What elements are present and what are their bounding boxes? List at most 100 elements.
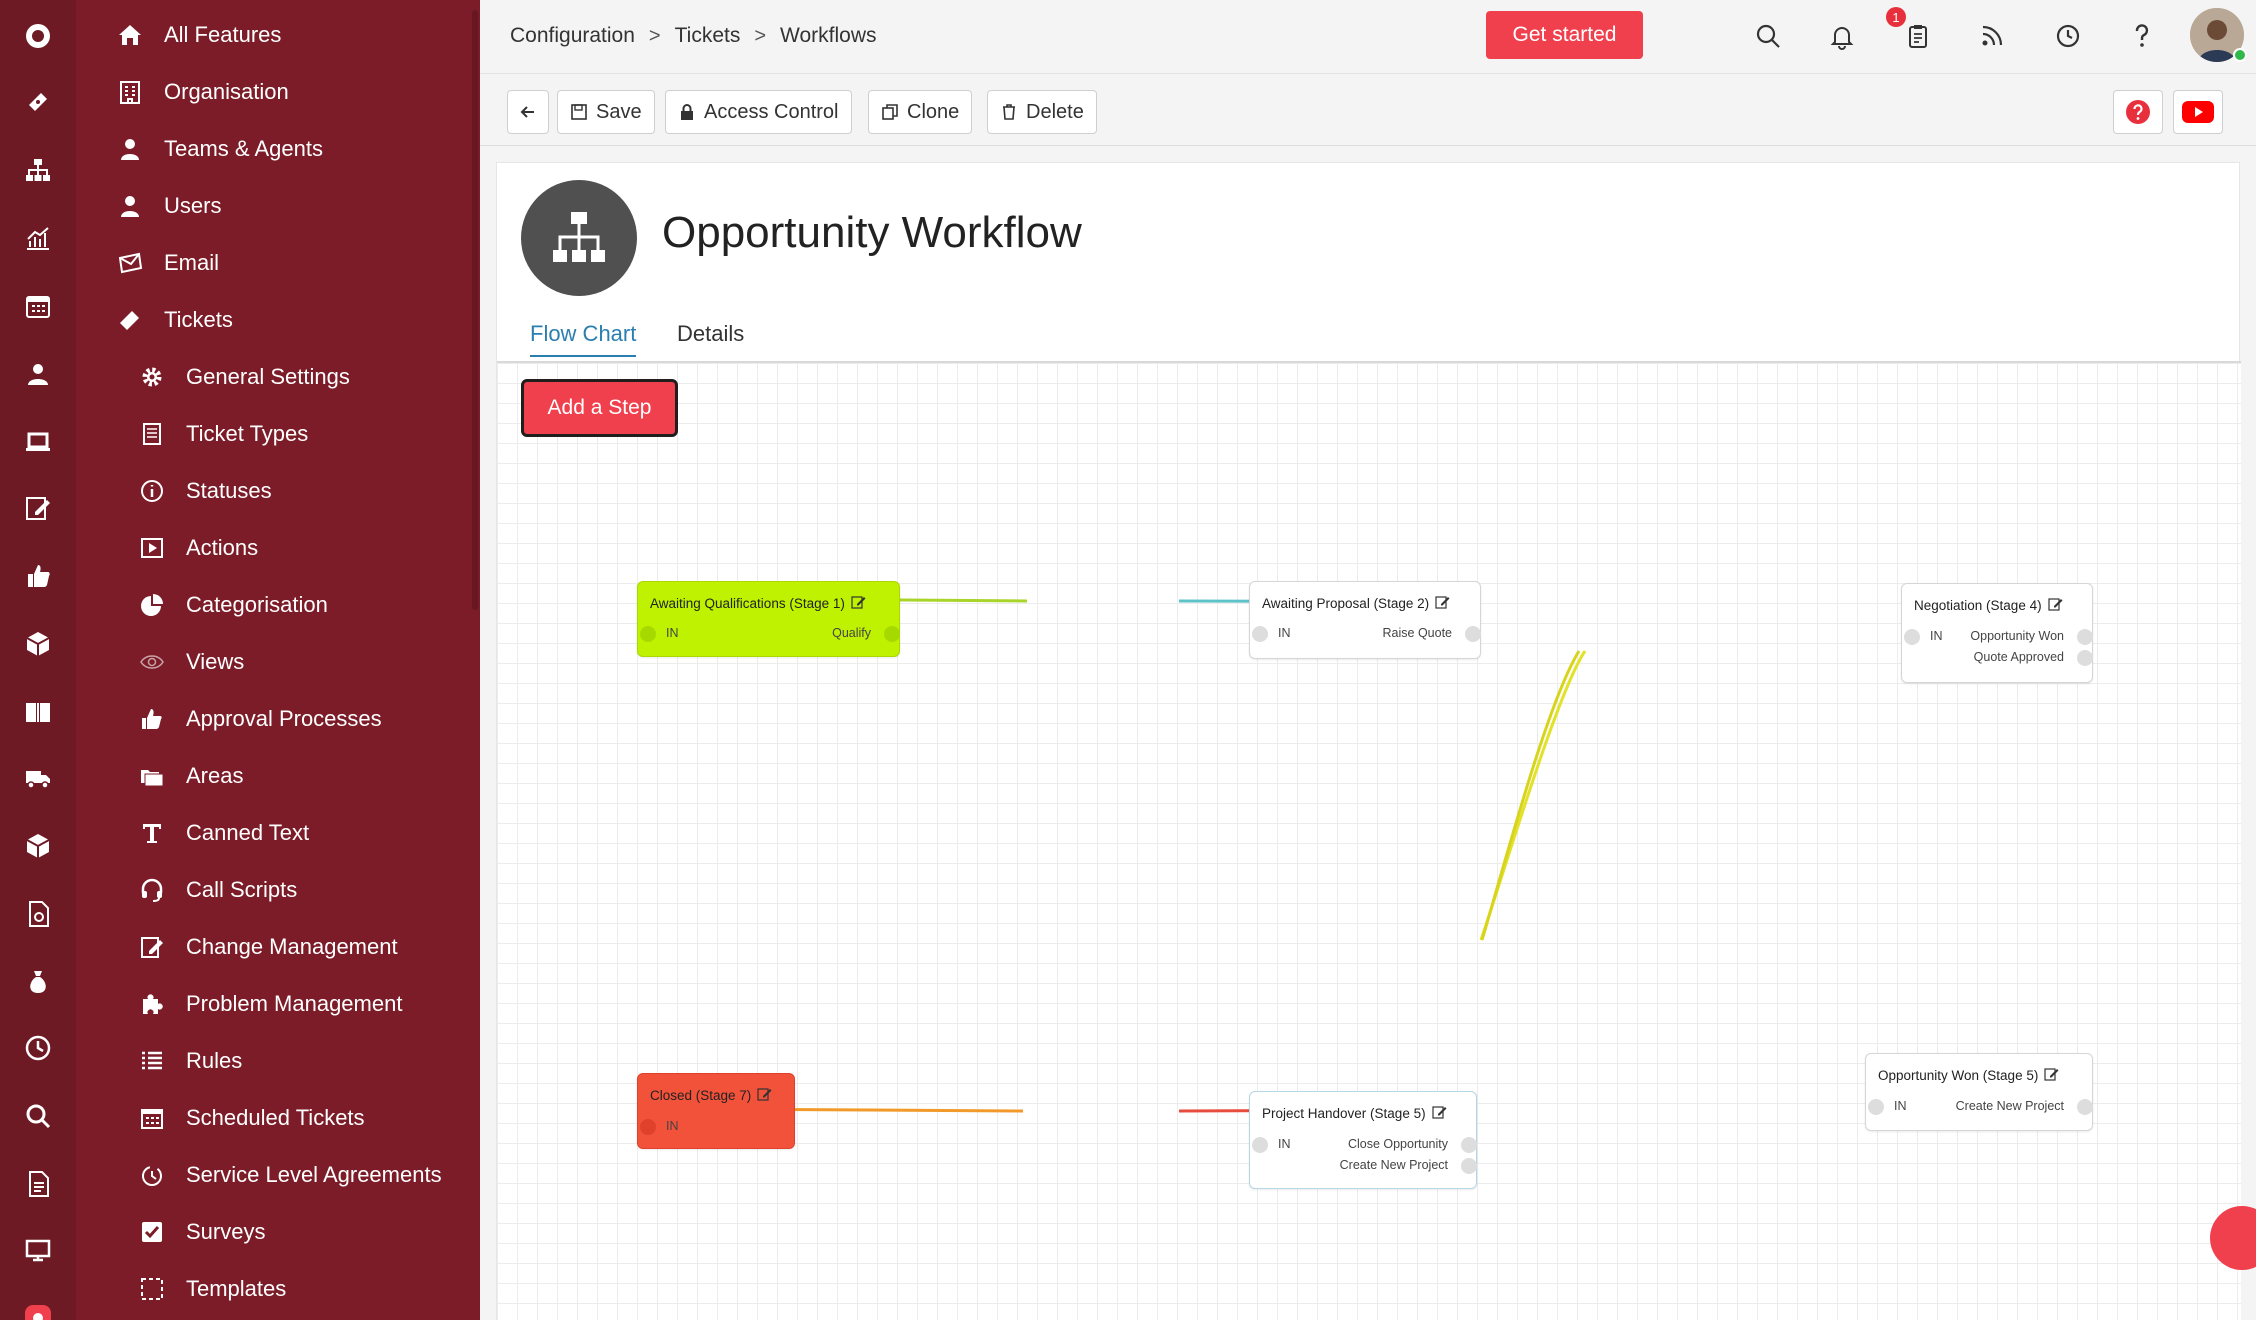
output-port[interactable] [1465,626,1481,642]
sidebar-item-service-level-agreements[interactable]: Service Level Agreements [136,1146,442,1203]
node-port-row: Quote Approved [1902,648,2093,668]
info-icon [136,475,168,507]
output-port[interactable] [1461,1158,1477,1174]
sidebar-item-statuses[interactable]: Statuses [136,462,272,519]
sidebar-item-label: Actions [186,534,259,560]
access-control-button[interactable]: Access Control [665,90,852,134]
help-icon[interactable] [2122,16,2162,56]
home-icon [114,19,146,51]
edit-icon[interactable] [1435,594,1450,612]
sidebar-item-organisation[interactable]: Organisation [114,63,289,120]
delete-button[interactable]: Delete [987,90,1097,134]
sidebar-item-email[interactable]: Email [114,234,219,291]
monitor-icon[interactable] [0,1222,76,1278]
flow-node-stage-4[interactable]: Negotiation (Stage 4) IN Opportunity Won… [1901,583,2093,683]
output-port[interactable] [2077,1099,2093,1115]
edit-icon[interactable] [2047,596,2063,614]
app-logo-icon[interactable] [0,8,76,64]
add-step-button[interactable]: Add a Step [521,379,678,437]
save-button[interactable]: Save [557,90,655,134]
input-port[interactable] [1252,626,1268,642]
book-icon[interactable] [0,684,76,740]
sidebar-item-approval-processes[interactable]: Approval Processes [136,690,382,747]
sidebar-item-categorisation[interactable]: Categorisation [136,576,328,633]
input-port[interactable] [640,1119,656,1135]
calendar-icon[interactable] [0,278,76,334]
sidebar-item-teams-agents[interactable]: Teams & Agents [114,120,323,177]
flow-node-stage-7[interactable]: Closed (Stage 7) IN [637,1073,795,1149]
sidebar-item-problem-management[interactable]: Problem Management [136,975,402,1032]
sidebar-item-change-management[interactable]: Change Management [136,918,398,975]
sidebar-item-all-features[interactable]: All Features [114,6,281,63]
video-tutorial-button[interactable] [2173,90,2223,134]
thumbs-up-icon[interactable] [0,548,76,604]
org-chart-icon[interactable] [0,142,76,198]
flow-node-project-handover[interactable]: Project Handover (Stage 5) IN Close Oppo… [1249,1091,1477,1189]
sidebar-item-canned-text[interactable]: Canned Text [136,804,309,861]
sidebar-item-call-scripts[interactable]: Call Scripts [136,861,297,918]
input-port[interactable] [1868,1099,1884,1115]
sidebar-item-label: All Features [164,21,282,47]
sidebar-item-ticket-types[interactable]: Ticket Types [136,405,308,462]
breadcrumb-tickets[interactable]: Tickets [675,24,741,48]
clock-icon[interactable] [0,1020,76,1076]
flow-chart-canvas[interactable]: Add a Step Awaiting Qualifications (Stag… [497,363,2241,1320]
clone-button[interactable]: Clone [868,90,973,134]
user-icon[interactable] [0,346,76,402]
flow-node-stage-2[interactable]: Awaiting Proposal (Stage 2) IN Raise Quo… [1249,581,1481,659]
chart-icon[interactable] [0,210,76,266]
cube-icon[interactable] [0,818,76,874]
input-port[interactable] [1904,629,1920,645]
rss-icon[interactable] [1972,16,2012,56]
search-icon[interactable] [0,1088,76,1144]
clock-icon[interactable] [2048,16,2088,56]
calendar-grid-icon [136,1102,168,1134]
flow-node-stage-1[interactable]: Awaiting Qualifications (Stage 1) IN Qua… [637,581,900,657]
sidebar-item-scheduled-tickets[interactable]: Scheduled Tickets [136,1089,365,1146]
document-icon[interactable] [0,886,76,942]
edit-icon[interactable] [1431,1104,1447,1122]
help-button[interactable] [2113,90,2163,134]
page-title: Opportunity Workflow [662,208,1082,257]
sidebar-item-templates[interactable]: Templates [136,1260,286,1317]
output-port[interactable] [2077,629,2093,645]
input-port[interactable] [640,626,656,642]
edit-icon[interactable] [2044,1066,2059,1084]
sidebar-item-rules[interactable]: Rules [136,1032,242,1089]
sidebar-item-actions[interactable]: Actions [136,519,258,576]
file-icon[interactable] [0,1156,76,1212]
box-icon[interactable] [0,616,76,672]
back-button[interactable] [507,90,549,134]
sidebar-item-views[interactable]: Views [136,633,244,690]
sidebar-item-users[interactable]: Users [114,177,221,234]
laptop-icon[interactable] [0,414,76,470]
output-port[interactable] [1461,1137,1477,1153]
folders-icon [136,760,168,792]
settings-active-icon[interactable] [0,1290,76,1320]
sidebar-item-surveys[interactable]: Surveys [136,1203,265,1260]
sidebar-item-tickets[interactable]: Tickets [114,291,233,348]
breadcrumb-configuration[interactable]: Configuration [510,24,635,48]
edit-icon[interactable] [0,480,76,536]
sidebar-item-areas[interactable]: Areas [136,747,243,804]
output-port[interactable] [2077,650,2093,666]
search-icon[interactable] [1748,16,1788,56]
sidebar-item-label: Approval Processes [186,705,382,731]
get-started-button[interactable]: Get started [1486,11,1643,59]
ticket-icon[interactable] [0,74,76,130]
sidebar-scrollbar[interactable] [472,10,478,610]
breadcrumb-separator: > [648,24,661,47]
money-bag-icon[interactable] [0,954,76,1010]
truck-icon[interactable] [0,750,76,806]
sidebar-item-label: Ticket Types [186,420,309,446]
tab-details[interactable]: Details [677,321,744,355]
edit-icon[interactable] [851,594,866,612]
input-port[interactable] [1252,1137,1268,1153]
output-port[interactable] [884,626,900,642]
bell-icon[interactable] [1822,16,1862,56]
edit-icon[interactable] [757,1086,772,1104]
node-port-row: IN Close Opportunity [1250,1135,1477,1155]
sidebar-item-general-settings[interactable]: General Settings [136,348,350,405]
flow-node-opportunity-won[interactable]: Opportunity Won (Stage 5) IN Create New … [1865,1053,2093,1131]
tab-flow-chart[interactable]: Flow Chart [530,321,637,357]
